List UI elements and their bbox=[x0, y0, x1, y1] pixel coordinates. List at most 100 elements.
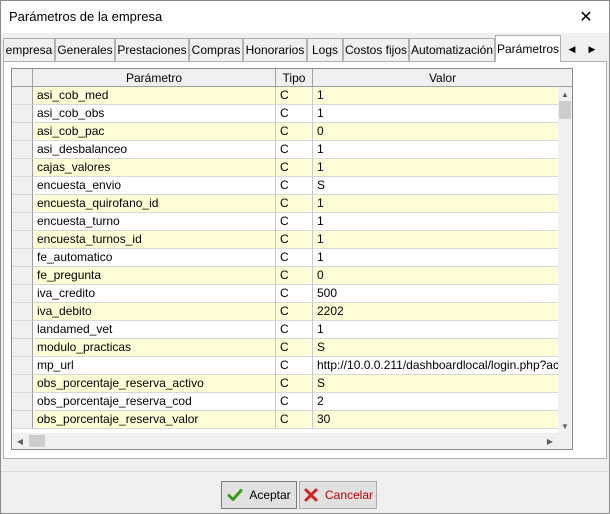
cell-valor[interactable]: 1 bbox=[313, 87, 558, 105]
cell-tipo[interactable]: C bbox=[276, 321, 313, 339]
cell-valor[interactable]: 1 bbox=[313, 105, 558, 123]
column-header-parametro[interactable]: Parámetro bbox=[33, 69, 276, 87]
cell-valor[interactable]: 1 bbox=[313, 231, 558, 249]
accept-button[interactable]: Aceptar bbox=[221, 481, 297, 509]
row-indicator[interactable] bbox=[12, 393, 33, 411]
cell-parametro[interactable]: obs_porcentaje_reserva_activo bbox=[33, 375, 276, 393]
table-row[interactable]: fe_pregunta C 0 bbox=[12, 267, 558, 285]
cell-parametro[interactable]: asi_cob_med bbox=[33, 87, 276, 105]
vertical-scroll-thumb[interactable] bbox=[559, 101, 571, 119]
cell-parametro[interactable]: encuesta_quirofano_id bbox=[33, 195, 276, 213]
cell-parametro[interactable]: encuesta_envio bbox=[33, 177, 276, 195]
row-indicator[interactable] bbox=[12, 195, 33, 213]
cell-tipo[interactable]: C bbox=[276, 357, 313, 375]
cell-parametro[interactable]: asi_cob_pac bbox=[33, 123, 276, 141]
table-row[interactable]: encuesta_envio C S bbox=[12, 177, 558, 195]
cell-parametro[interactable]: asi_cob_obs bbox=[33, 105, 276, 123]
close-button[interactable]: ✕ bbox=[563, 1, 609, 33]
table-row[interactable]: landamed_vet C 1 bbox=[12, 321, 558, 339]
cell-tipo[interactable]: C bbox=[276, 105, 313, 123]
table-row[interactable]: fe_automatico C 1 bbox=[12, 249, 558, 267]
vertical-scrollbar[interactable]: ▲ ▼ bbox=[558, 87, 572, 433]
cell-tipo[interactable]: C bbox=[276, 87, 313, 105]
cell-valor[interactable]: 1 bbox=[313, 159, 558, 177]
cell-tipo[interactable]: C bbox=[276, 285, 313, 303]
tab-generales[interactable]: Generales bbox=[55, 38, 115, 61]
tab-costos-fijos[interactable]: Costos fijos bbox=[343, 38, 409, 61]
row-indicator[interactable] bbox=[12, 231, 33, 249]
table-row[interactable]: encuesta_turno C 1 bbox=[12, 213, 558, 231]
cell-parametro[interactable]: iva_credito bbox=[33, 285, 276, 303]
cell-valor[interactable]: 1 bbox=[313, 195, 558, 213]
table-row[interactable]: asi_cob_pac C 0 bbox=[12, 123, 558, 141]
table-row[interactable]: encuesta_turnos_id C 1 bbox=[12, 231, 558, 249]
table-row[interactable]: iva_debito C 2202 bbox=[12, 303, 558, 321]
horizontal-scroll-thumb[interactable] bbox=[29, 435, 45, 447]
tab-scroll-right-button[interactable]: ▶ bbox=[583, 38, 601, 60]
cell-tipo[interactable]: C bbox=[276, 375, 313, 393]
cell-valor[interactable]: 2202 bbox=[313, 303, 558, 321]
parameters-grid[interactable]: Parámetro Tipo Valor asi_cob_med C 1 asi_co… bbox=[11, 68, 573, 450]
table-row[interactable]: mp_url Chttp://10.0.0.211/dashboardlocal/… bbox=[12, 357, 558, 375]
cell-valor[interactable]: 1 bbox=[313, 249, 558, 267]
cell-parametro[interactable]: obs_porcentaje_reserva_cod bbox=[33, 393, 276, 411]
cell-parametro[interactable]: landamed_vet bbox=[33, 321, 276, 339]
table-row[interactable]: asi_cob_med C 1 bbox=[12, 87, 558, 105]
tab-empresa[interactable]: empresa bbox=[3, 38, 55, 61]
table-row[interactable]: cajas_valores C 1 bbox=[12, 159, 558, 177]
cell-tipo[interactable]: C bbox=[276, 213, 313, 231]
scroll-up-icon[interactable]: ▲ bbox=[558, 87, 572, 101]
table-row[interactable]: modulo_practicas C S bbox=[12, 339, 558, 357]
cell-tipo[interactable]: C bbox=[276, 123, 313, 141]
table-row[interactable]: iva_credito C 500 bbox=[12, 285, 558, 303]
cell-valor[interactable]: 500 bbox=[313, 285, 558, 303]
table-row[interactable]: encuesta_quirofano_id C 1 bbox=[12, 195, 558, 213]
cell-parametro[interactable]: fe_pregunta bbox=[33, 267, 276, 285]
cell-parametro[interactable]: asi_desbalanceo bbox=[33, 141, 276, 159]
cell-valor[interactable]: S bbox=[313, 177, 558, 195]
cell-tipo[interactable]: C bbox=[276, 195, 313, 213]
cell-valor[interactable]: S bbox=[313, 375, 558, 393]
tab-prestaciones[interactable]: Prestaciones bbox=[115, 38, 189, 61]
cell-valor[interactable]: http://10.0.0.211/dashboardlocal/login.p… bbox=[313, 357, 558, 375]
tab-compras[interactable]: Compras bbox=[189, 38, 243, 61]
tab-scroll-left-button[interactable]: ◀ bbox=[563, 38, 581, 60]
row-indicator[interactable] bbox=[12, 357, 33, 375]
row-indicator[interactable] bbox=[12, 87, 33, 105]
cell-valor[interactable]: 1 bbox=[313, 141, 558, 159]
cell-parametro[interactable]: encuesta_turnos_id bbox=[33, 231, 276, 249]
scroll-down-icon[interactable]: ▼ bbox=[558, 419, 572, 433]
cell-valor[interactable]: S bbox=[313, 339, 558, 357]
cell-tipo[interactable]: C bbox=[276, 303, 313, 321]
row-indicator[interactable] bbox=[12, 375, 33, 393]
row-indicator[interactable] bbox=[12, 177, 33, 195]
cell-parametro[interactable]: modulo_practicas bbox=[33, 339, 276, 357]
scroll-right-icon[interactable]: ▶ bbox=[542, 433, 558, 449]
row-indicator[interactable] bbox=[12, 105, 33, 123]
cancel-button[interactable]: Cancelar bbox=[299, 481, 377, 509]
cell-parametro[interactable]: iva_debito bbox=[33, 303, 276, 321]
cell-parametro[interactable]: mp_url bbox=[33, 357, 276, 375]
row-indicator[interactable] bbox=[12, 339, 33, 357]
row-indicator[interactable] bbox=[12, 141, 33, 159]
column-header-tipo[interactable]: Tipo bbox=[276, 69, 313, 87]
cell-parametro[interactable]: encuesta_turno bbox=[33, 213, 276, 231]
table-row[interactable]: obs_porcentaje_reserva_cod C 2 bbox=[12, 393, 558, 411]
row-indicator[interactable] bbox=[12, 267, 33, 285]
cell-valor[interactable]: 0 bbox=[313, 123, 558, 141]
cell-tipo[interactable]: C bbox=[276, 339, 313, 357]
cell-valor[interactable]: 1 bbox=[313, 213, 558, 231]
cell-tipo[interactable]: C bbox=[276, 231, 313, 249]
tab-honorarios[interactable]: Honorarios bbox=[243, 38, 307, 61]
cell-tipo[interactable]: C bbox=[276, 177, 313, 195]
column-header-valor[interactable]: Valor bbox=[313, 69, 572, 87]
scroll-left-icon[interactable]: ◀ bbox=[12, 433, 28, 449]
row-indicator[interactable] bbox=[12, 123, 33, 141]
cell-tipo[interactable]: C bbox=[276, 159, 313, 177]
cell-parametro[interactable]: cajas_valores bbox=[33, 159, 276, 177]
table-row[interactable]: asi_cob_obs C 1 bbox=[12, 105, 558, 123]
row-indicator[interactable] bbox=[12, 249, 33, 267]
tab-logs[interactable]: Logs bbox=[307, 38, 343, 61]
cell-parametro[interactable]: fe_automatico bbox=[33, 249, 276, 267]
cell-tipo[interactable]: C bbox=[276, 411, 313, 429]
